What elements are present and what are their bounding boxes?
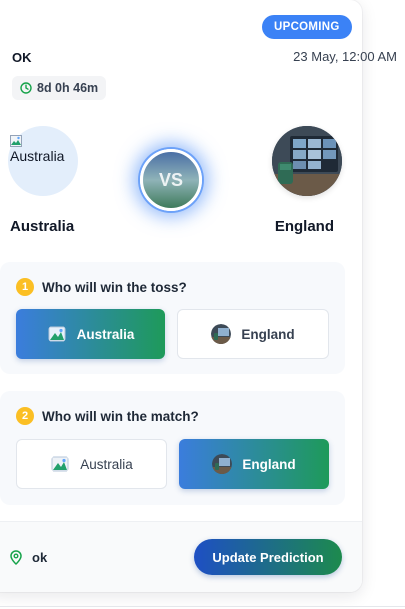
broken-image-icon [10,135,22,147]
match-option-england[interactable]: England [179,439,329,489]
team-b-photo [272,126,342,196]
question-number: 1 [16,278,34,296]
question-text: Who will win the match? [42,408,199,424]
update-prediction-button[interactable]: Update Prediction [194,539,342,575]
option-label: Australia [80,456,133,472]
question-number: 2 [16,407,34,425]
team-b-avatar [272,126,342,196]
vs-badge: VS [140,149,202,211]
team-a-avatar-alt: Australia [10,135,64,164]
map-pin-icon [10,550,22,565]
page-divider [0,606,405,607]
countdown-badge: 8d 0h 46m [12,76,107,100]
venue-text: ok [32,550,48,565]
status-badge: UPCOMING [262,15,352,39]
question-title: 2 Who will win the match? [16,407,199,425]
team-b-thumbnail [211,324,232,344]
venue-row: ok [10,550,47,565]
question-match-winner: 2 Who will win the match? Australia Engl… [0,391,345,505]
broken-image-icon [48,326,66,342]
team-b-name: England [274,218,334,235]
option-label: England [242,456,296,472]
team-a-avatar-alt-text: Australia [10,148,65,164]
match-title: OK [12,50,32,65]
toss-option-australia[interactable]: Australia [16,309,165,359]
match-option-australia[interactable]: Australia [16,439,167,489]
broken-image-icon [51,456,69,472]
countdown-text: 8d 0h 46m [37,81,99,95]
question-title: 1 Who will win the toss? [16,278,187,296]
match-datetime: 23 May, 12:00 AM [293,49,397,64]
team-a-name: Australia [10,218,75,235]
option-label: England [241,326,295,342]
vs-label: VS [158,169,183,190]
toss-option-england[interactable]: England [177,309,329,359]
team-b-thumbnail [212,454,233,474]
clock-icon [20,82,32,94]
option-label: Australia [76,326,135,342]
question-text: Who will win the toss? [42,279,187,295]
question-toss: 1 Who will win the toss? Australia Engla… [0,262,345,374]
